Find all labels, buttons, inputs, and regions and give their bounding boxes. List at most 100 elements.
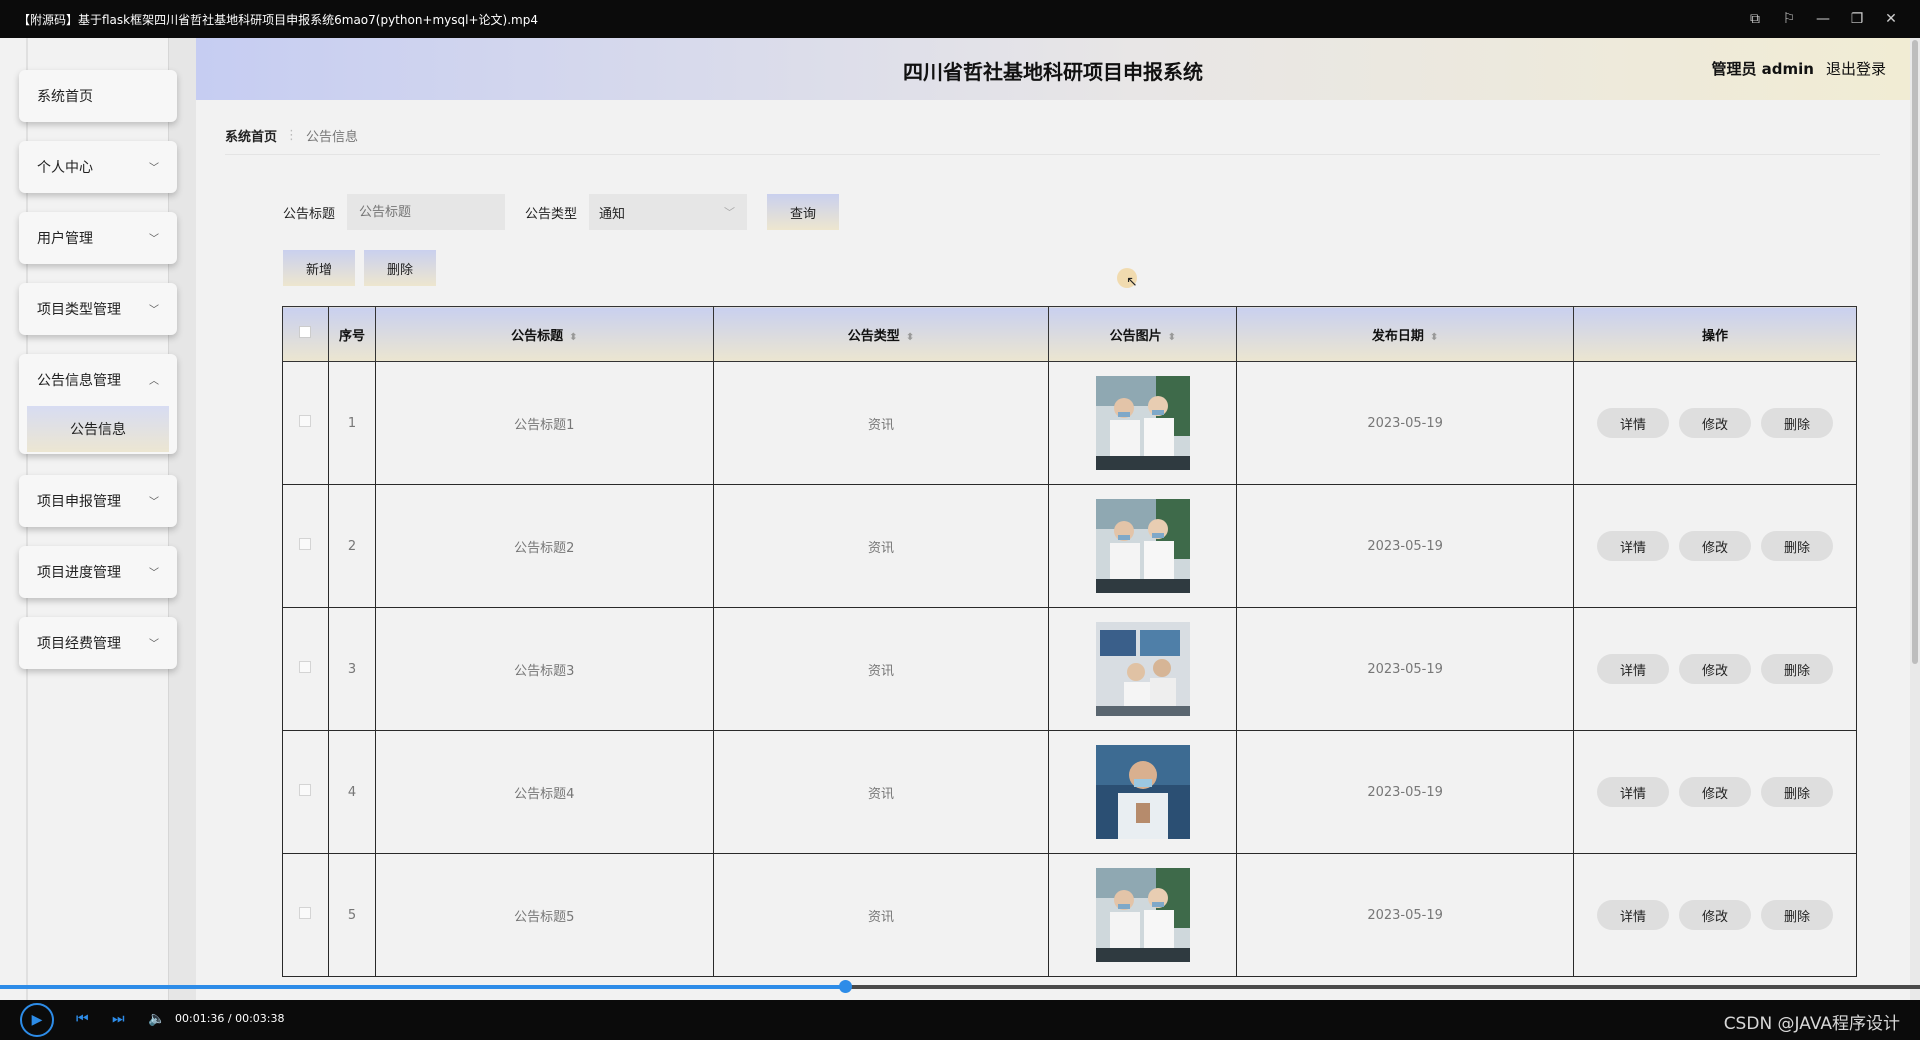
- previous-icon[interactable]: ⏮: [76, 1011, 89, 1027]
- type-filter-select[interactable]: 通知 ﹀: [589, 194, 748, 230]
- sidebar-item-label: 项目申报管理: [37, 494, 121, 510]
- col-date[interactable]: 发布日期 ⬍: [1236, 306, 1574, 362]
- row-actions: 详情 修改 删除: [1573, 361, 1857, 485]
- row-select-cell: [282, 853, 329, 977]
- delete-button[interactable]: 删除: [1761, 408, 1833, 438]
- volume-icon[interactable]: 🔈: [148, 1011, 165, 1027]
- row-checkbox[interactable]: [299, 538, 312, 550]
- minimize-icon[interactable]: —: [1806, 0, 1840, 38]
- row-index: 5: [327, 853, 376, 977]
- breadcrumb-current: 公告信息: [306, 130, 359, 145]
- query-button[interactable]: 查询: [767, 194, 840, 230]
- detail-button[interactable]: 详情: [1597, 531, 1669, 561]
- table-header-row: 序号 公告标题 ⬍ 公告类型 ⬍ 公告图片 ⬍ 发布日期 ⬍ 操作: [282, 306, 1857, 362]
- close-icon[interactable]: ✕: [1874, 0, 1908, 38]
- breadcrumb: 系统首页 ⋮ 公告信息: [225, 126, 358, 145]
- row-checkbox[interactable]: [299, 784, 312, 796]
- type-filter-value: 通知: [599, 206, 626, 222]
- delete-button[interactable]: 删除: [1761, 900, 1833, 930]
- row-checkbox[interactable]: [299, 661, 312, 673]
- notice-table: 序号 公告标题 ⬍ 公告类型 ⬍ 公告图片 ⬍ 发布日期 ⬍ 操作 1 公告标题1 资讯 20…: [282, 306, 1857, 977]
- batch-delete-button[interactable]: 删除: [364, 250, 436, 286]
- delete-button[interactable]: 删除: [1761, 654, 1833, 684]
- breadcrumb-home[interactable]: 系统首页: [225, 126, 277, 145]
- chevron-down-icon: ﹀: [149, 163, 159, 174]
- edit-button[interactable]: 修改: [1679, 654, 1751, 684]
- edit-button[interactable]: 修改: [1679, 900, 1751, 930]
- sidebar-item-project-funding-management[interactable]: 项目经费管理 ﹀: [19, 617, 177, 669]
- detail-button[interactable]: 详情: [1597, 654, 1669, 684]
- current-user: 管理员 admin: [1711, 60, 1814, 78]
- sidebar-item-project-progress-management[interactable]: 项目进度管理 ﹀: [19, 546, 177, 598]
- scrollbar-thumb[interactable]: [1912, 40, 1918, 664]
- col-title[interactable]: 公告标题 ⬍: [374, 306, 714, 362]
- sidebar-item-label: 项目类型管理: [37, 302, 121, 318]
- col-image[interactable]: 公告图片 ⬍: [1048, 306, 1238, 362]
- player-controls: ▶ ⏮ ⏭ 🔈 00:01:36 / 00:03:38 CSDN @JAVA程序…: [0, 1000, 1920, 1040]
- select-all-cell: [282, 306, 329, 362]
- edit-button[interactable]: 修改: [1679, 531, 1751, 561]
- screenshot-icon[interactable]: ⧉: [1738, 0, 1772, 38]
- sidebar: 系统首页 个人中心 ﹀ 用户管理 ﹀ 项目类型管理 ﹀ 公告信息管理 ︿ 公告信…: [0, 38, 196, 1000]
- row-image-cell: [1048, 607, 1238, 731]
- row-image-cell: [1048, 853, 1238, 977]
- select-all-checkbox[interactable]: [299, 326, 312, 338]
- row-actions: 详情 修改 删除: [1573, 730, 1857, 854]
- sidebar-subitem-notice-info[interactable]: 公告信息: [27, 406, 169, 452]
- restore-icon[interactable]: ❐: [1840, 0, 1874, 38]
- sidebar-item-project-application-management[interactable]: 项目申报管理 ﹀: [19, 475, 177, 527]
- sort-icon[interactable]: ⬍: [906, 332, 914, 343]
- col-actions: 操作: [1573, 306, 1857, 362]
- col-image-label: 公告图片: [1109, 328, 1162, 344]
- row-actions: 详情 修改 删除: [1573, 853, 1857, 977]
- add-button[interactable]: 新增: [283, 250, 355, 286]
- col-type[interactable]: 公告类型 ⬍: [712, 306, 1050, 362]
- play-icon[interactable]: ▶: [20, 1003, 54, 1037]
- sort-icon[interactable]: ⬍: [1168, 332, 1176, 343]
- row-index: 2: [327, 484, 376, 608]
- edit-button[interactable]: 修改: [1679, 777, 1751, 807]
- row-type: 资讯: [712, 730, 1050, 854]
- next-icon[interactable]: ⏭: [112, 1011, 125, 1027]
- progress-knob[interactable]: [838, 980, 852, 993]
- delete-button[interactable]: 删除: [1761, 531, 1833, 561]
- pin-icon[interactable]: ⚐: [1772, 0, 1806, 38]
- row-checkbox[interactable]: [299, 415, 312, 427]
- col-title-label: 公告标题: [511, 328, 564, 344]
- breadcrumb-separator-icon: ⋮: [285, 128, 299, 143]
- sidebar-item-label: 用户管理: [37, 231, 93, 247]
- col-type-label: 公告类型: [847, 328, 900, 344]
- sidebar-item-notice-management[interactable]: 公告信息管理 ︿: [19, 354, 177, 406]
- table-row: 3 公告标题3 资讯 2023-05-19 详情 修改 删除: [282, 607, 1857, 731]
- chevron-down-icon: ﹀: [149, 234, 159, 245]
- detail-button[interactable]: 详情: [1597, 900, 1669, 930]
- table-actions: 新增 删除: [283, 250, 436, 286]
- sidebar-item-home[interactable]: 系统首页: [19, 70, 177, 122]
- row-select-cell: [282, 361, 329, 485]
- row-title: 公告标题5: [374, 853, 714, 977]
- delete-button[interactable]: 删除: [1761, 777, 1833, 807]
- row-date: 2023-05-19: [1236, 484, 1574, 608]
- title-filter-input[interactable]: [347, 194, 506, 230]
- logout-link[interactable]: 退出登录: [1826, 58, 1886, 79]
- page-scrollbar[interactable]: [1910, 38, 1920, 1000]
- sidebar-item-personal-center[interactable]: 个人中心 ﹀: [19, 141, 177, 193]
- sort-icon[interactable]: ⬍: [569, 332, 577, 343]
- top-header: 四川省哲社基地科研项目申报系统 管理员 admin 退出登录: [196, 38, 1910, 100]
- table-row: 2 公告标题2 资讯 2023-05-19 详情 修改 删除: [282, 484, 1857, 608]
- detail-button[interactable]: 详情: [1597, 408, 1669, 438]
- chevron-down-icon: ﹀: [149, 305, 159, 316]
- row-actions: 详情 修改 删除: [1573, 484, 1857, 608]
- chevron-down-icon: ﹀: [149, 568, 159, 579]
- row-image-cell: [1048, 730, 1238, 854]
- row-checkbox[interactable]: [299, 907, 312, 919]
- video-progress-bar[interactable]: [0, 980, 1920, 993]
- sidebar-item-user-management[interactable]: 用户管理 ﹀: [19, 212, 177, 264]
- sort-icon[interactable]: ⬍: [1430, 332, 1438, 343]
- edit-button[interactable]: 修改: [1679, 408, 1751, 438]
- row-select-cell: [282, 484, 329, 608]
- row-title: 公告标题1: [374, 361, 714, 485]
- sidebar-item-project-type-management[interactable]: 项目类型管理 ﹀: [19, 283, 177, 335]
- detail-button[interactable]: 详情: [1597, 777, 1669, 807]
- sidebar-item-label: 公告信息管理: [37, 373, 121, 389]
